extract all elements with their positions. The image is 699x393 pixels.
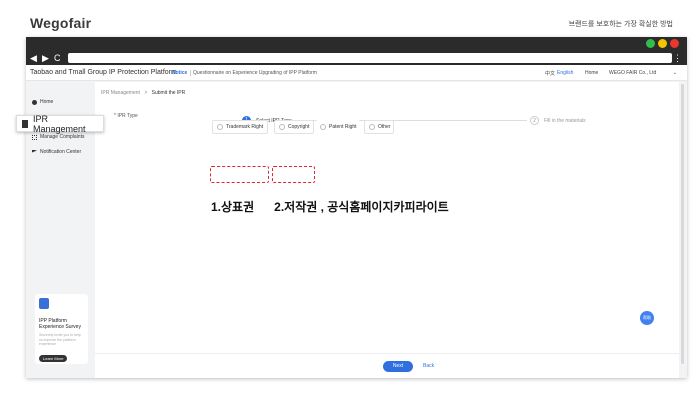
back-link[interactable]: Back — [423, 363, 434, 369]
survey-document-icon — [39, 298, 49, 309]
document-icon — [22, 119, 28, 128]
platform-title[interactable]: Taobao and Tmall Group IP Protection Pla… — [30, 69, 177, 76]
learn-more-button[interactable]: Learn More — [39, 354, 68, 362]
app-header: Taobao and Tmall Group IP Protection Pla… — [26, 65, 687, 81]
sidebar-item-ipr-management[interactable]: IPR Management — [16, 113, 104, 134]
browser-titlebar — [26, 37, 687, 51]
step-2-label: Fill in the materials — [544, 118, 586, 124]
annotation-copyright: 2.저작권 , 공식홈페이지카피라이트 — [274, 200, 449, 214]
breadcrumb-parent[interactable]: IPR Management — [101, 90, 140, 96]
minimize-dot-icon[interactable] — [658, 39, 667, 48]
browser-toolbar: ◀ ▶ C ⋮ — [26, 51, 687, 65]
trademark-highlight-box — [210, 166, 269, 183]
radio-circle-icon — [217, 124, 223, 130]
breadcrumb: IPR Management > Submit the IPR — [101, 90, 185, 96]
scrollbar-thumb[interactable] — [681, 84, 684, 364]
sidebar-item-home[interactable]: Home — [32, 99, 53, 105]
window-controls — [646, 39, 679, 48]
survey-title: IPP Platform Experience Survey — [39, 318, 81, 330]
brand-slogan: 브랜드를 보호하는 가장 확실한 방법 — [568, 21, 673, 28]
radio-label: Copyright — [288, 124, 310, 130]
radio-label: Other — [378, 124, 391, 130]
radio-copyright[interactable]: Copyright — [274, 120, 314, 134]
ipr-type-label: * IPR Type — [114, 113, 138, 119]
browser-menu-icon[interactable]: ⋮ — [673, 52, 682, 64]
breadcrumb-current: Submit the IPR — [151, 90, 186, 96]
sidebar-item-label: Notification Center — [40, 149, 82, 155]
forward-arrow-icon[interactable]: ▶ — [42, 52, 49, 64]
copyright-highlight-box — [272, 166, 315, 183]
lang-english-link[interactable]: English — [557, 70, 573, 76]
notice-tag: Notice — [172, 70, 188, 76]
home-icon — [32, 99, 37, 105]
sidebar-item-label: Manage Complaints — [40, 134, 85, 140]
wegofair-logo: Wegofair — [30, 15, 92, 31]
radio-circle-icon — [369, 124, 375, 130]
radio-circle-icon — [279, 124, 285, 130]
annotation-trademark: 1.상표권 — [211, 200, 255, 214]
scrollbar[interactable] — [680, 82, 685, 374]
notice-link[interactable]: Questionnaire on Experience Upgrading of… — [190, 70, 317, 76]
account-company-name[interactable]: WEGO FAIR Co., Ltd — [609, 70, 656, 76]
form-footer: Next Back — [95, 353, 679, 378]
radio-patent-right[interactable]: Patent Right — [316, 120, 360, 134]
chevron-down-icon[interactable]: ⌄ — [673, 70, 677, 76]
radio-label: Patent Right — [329, 124, 357, 130]
address-bar[interactable] — [68, 53, 672, 63]
sidebar-item-label: Home — [40, 99, 54, 105]
radio-label: Trademark Right — [226, 124, 264, 130]
annotation-text: 1.상표권 2.저작권 , 공식홈페이지카피라이트 — [211, 198, 449, 215]
header-home-link[interactable]: Home — [585, 70, 598, 76]
next-button[interactable]: Next — [383, 361, 413, 372]
radio-other[interactable]: Other — [364, 120, 394, 134]
back-arrow-icon[interactable]: ◀ — [30, 52, 37, 64]
breadcrumb-separator: > — [144, 90, 148, 96]
maximize-dot-icon[interactable] — [646, 39, 655, 48]
survey-card: IPP Platform Experience Survey Sincerely… — [35, 294, 88, 364]
flag-icon — [32, 149, 37, 153]
help-icon[interactable]: 帮助 — [640, 311, 654, 325]
survey-description: Sincerely invite you to help us improve … — [39, 333, 81, 346]
sidebar-item-notification-center[interactable]: Notification Center — [32, 149, 81, 155]
reload-icon[interactable]: C — [54, 52, 61, 64]
sidebar-item-manage-complaints[interactable]: Manage Complaints — [32, 134, 84, 140]
screenshot-root: Wegofair 브랜드를 보호하는 가장 확실한 방법 ◀ ▶ C ⋮ Tao… — [0, 0, 699, 393]
lang-chinese-link[interactable]: 中文 — [545, 70, 555, 77]
radio-circle-icon — [320, 124, 326, 130]
sidebar-item-label: IPR Management — [33, 113, 86, 134]
radio-trademark-right[interactable]: Trademark Right — [212, 120, 268, 134]
close-dot-icon[interactable] — [670, 39, 679, 48]
step-2-indicator: 2 — [530, 116, 539, 125]
grid-icon — [32, 134, 37, 140]
